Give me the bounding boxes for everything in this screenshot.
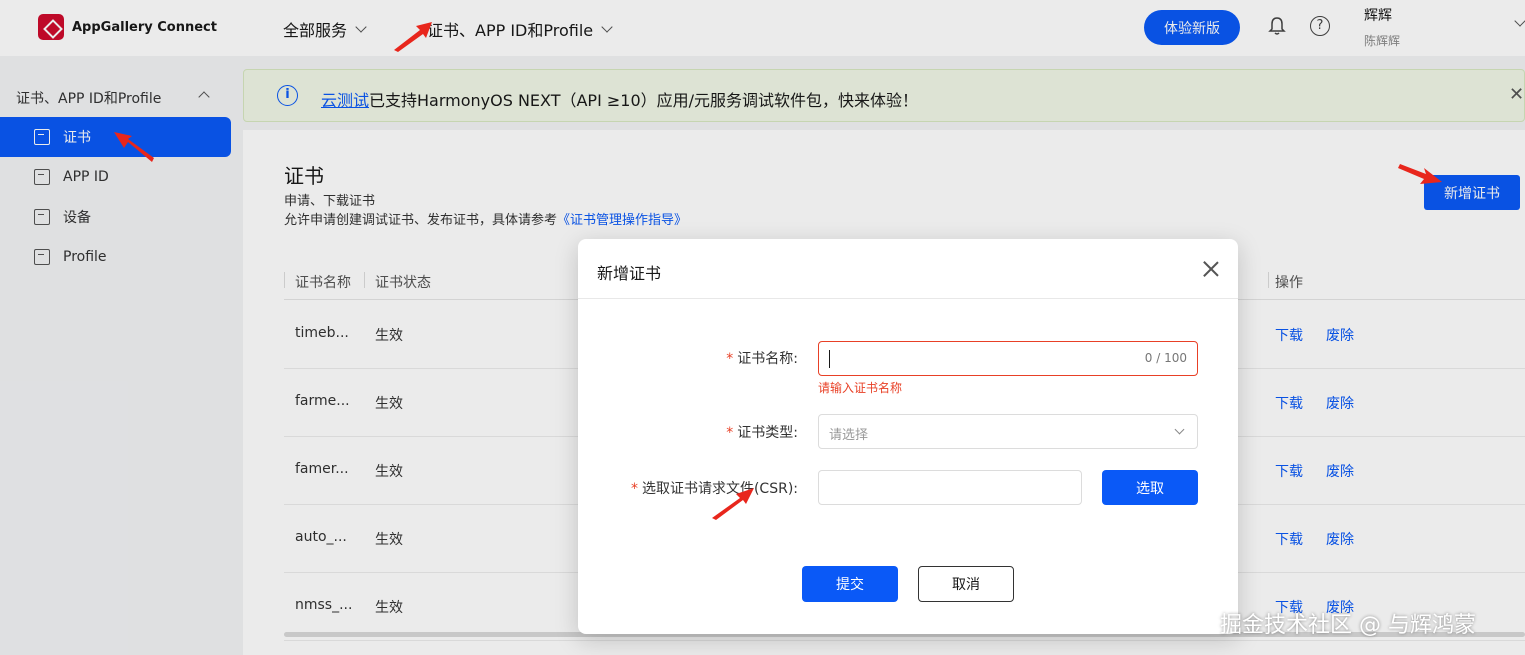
cancel-button[interactable]: 取消	[918, 566, 1014, 602]
text-cursor	[829, 350, 830, 368]
annotation-arrow-icon	[114, 132, 154, 162]
watermark: 掘金技术社区 @ 与辉鸿蒙	[1220, 613, 1476, 638]
dialog-divider	[578, 298, 1238, 299]
required-asterisk: *	[630, 481, 638, 497]
dialog-title: 新增证书	[597, 264, 662, 283]
cert-type-label-text: 证书类型:	[737, 425, 798, 441]
add-certificate-dialog: 新增证书 * 证书名称: 0 / 100 请输入证书名称 * 证书类型: 请选择 *…	[578, 239, 1238, 634]
annotation-arrow-icon	[1398, 164, 1442, 184]
cert-type-label: * 证书类型:	[718, 422, 798, 442]
pick-file-button[interactable]: 选取	[1102, 470, 1198, 505]
cert-name-error: 请输入证书名称	[818, 381, 903, 395]
close-icon[interactable]	[1201, 259, 1221, 279]
char-counter: 0 / 100	[1144, 351, 1187, 365]
required-asterisk: *	[726, 425, 734, 441]
cert-name-label-text: 证书名称:	[737, 351, 798, 367]
select-placeholder: 请选择	[829, 428, 869, 443]
required-asterisk: *	[726, 351, 734, 367]
cert-type-select[interactable]: 请选择	[818, 414, 1198, 449]
cert-name-input[interactable]: 0 / 100	[818, 341, 1198, 376]
annotation-arrow-icon	[394, 22, 432, 52]
chevron-down-icon	[1174, 424, 1185, 435]
submit-button[interactable]: 提交	[802, 566, 898, 602]
annotation-arrow-icon	[712, 488, 754, 520]
csr-file-field[interactable]	[818, 470, 1082, 505]
cert-name-label: * 证书名称:	[718, 348, 798, 368]
